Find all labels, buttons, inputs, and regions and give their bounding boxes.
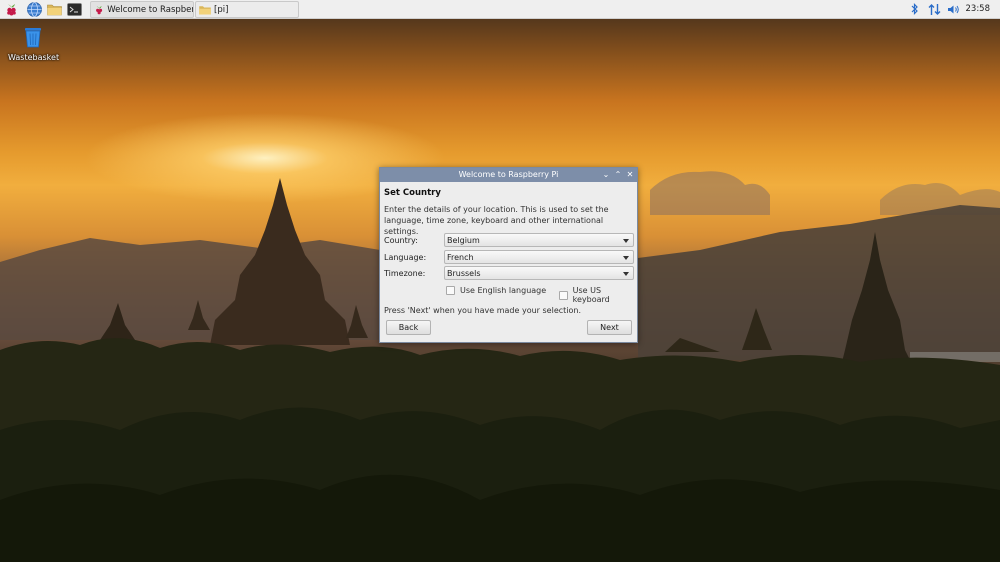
folder-icon bbox=[199, 5, 211, 15]
clock[interactable]: 23:58 bbox=[966, 4, 991, 14]
dialog-titlebar[interactable]: Welcome to Raspberry Pi ⌄ ⌃ ✕ bbox=[380, 168, 637, 182]
back-button[interactable]: Back bbox=[386, 320, 431, 335]
use-english-label: Use English language bbox=[460, 286, 547, 295]
minimize-icon[interactable]: ⌄ bbox=[601, 170, 611, 180]
country-value: Belgium bbox=[447, 236, 480, 245]
timezone-value: Brussels bbox=[447, 269, 481, 278]
desktop-icon-label: Wastebasket bbox=[8, 53, 60, 62]
taskbar: Welcome to Raspberr... [pi] 23:58 bbox=[0, 0, 1000, 19]
next-button[interactable]: Next bbox=[587, 320, 632, 335]
language-select[interactable]: French bbox=[444, 250, 634, 264]
network-icon[interactable] bbox=[926, 1, 943, 18]
timezone-label: Timezone: bbox=[384, 269, 426, 278]
volume-icon[interactable] bbox=[945, 1, 962, 18]
file-manager-icon[interactable] bbox=[46, 1, 63, 18]
welcome-dialog: Welcome to Raspberry Pi ⌄ ⌃ ✕ Set Countr… bbox=[379, 167, 638, 343]
bluetooth-icon[interactable] bbox=[906, 1, 923, 18]
close-icon[interactable]: ✕ bbox=[625, 170, 635, 180]
web-browser-icon[interactable] bbox=[26, 1, 43, 18]
use-english-checkbox[interactable]: Use English language bbox=[446, 286, 546, 295]
country-label: Country: bbox=[384, 236, 418, 245]
dialog-title: Welcome to Raspberry Pi bbox=[458, 170, 559, 179]
checkbox-box[interactable] bbox=[559, 290, 568, 300]
terminal-icon[interactable] bbox=[66, 1, 83, 18]
language-label: Language: bbox=[384, 253, 427, 262]
taskbar-button-label: [pi] bbox=[214, 4, 229, 15]
desktop-icon-wastebasket[interactable]: Wastebasket bbox=[8, 25, 60, 62]
raspberry-menu-icon[interactable] bbox=[3, 1, 20, 18]
use-us-keyboard-checkbox[interactable]: Use US keyboard bbox=[559, 286, 637, 304]
chevron-down-icon bbox=[623, 256, 629, 260]
maximize-icon[interactable]: ⌃ bbox=[613, 170, 623, 180]
chevron-down-icon bbox=[623, 239, 629, 243]
trash-icon bbox=[25, 28, 41, 48]
use-us-keyboard-label: Use US keyboard bbox=[572, 286, 610, 304]
chevron-down-icon bbox=[623, 272, 629, 276]
country-select[interactable]: Belgium bbox=[444, 233, 634, 247]
taskbar-button-welcome[interactable]: Welcome to Raspberr... bbox=[90, 1, 194, 18]
timezone-select[interactable]: Brussels bbox=[444, 266, 634, 280]
checkbox-box[interactable] bbox=[446, 286, 455, 295]
taskbar-button-label: Welcome to Raspberr... bbox=[107, 4, 193, 15]
raspberry-app-icon bbox=[96, 5, 103, 14]
taskbar-button-pi-folder[interactable]: [pi] bbox=[195, 1, 299, 18]
language-value: French bbox=[447, 253, 474, 262]
instruction-text: Press 'Next' when you have made your sel… bbox=[384, 306, 582, 315]
dialog-heading: Set Country bbox=[384, 188, 441, 198]
